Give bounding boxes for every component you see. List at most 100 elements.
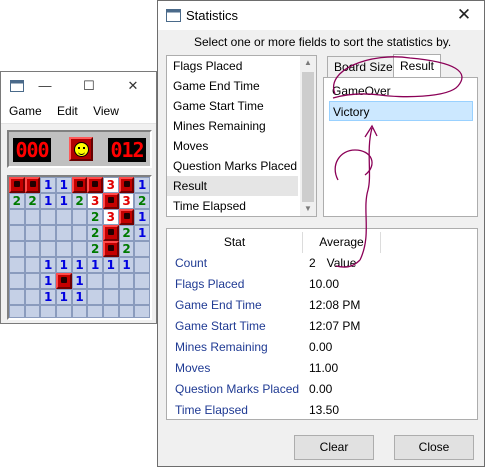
board-cell[interactable] [9, 225, 25, 241]
board-cell[interactable] [56, 305, 72, 318]
scroll-down-icon[interactable]: ▼ [300, 202, 316, 216]
flag-icon[interactable] [118, 209, 135, 225]
board-cell[interactable] [9, 305, 25, 318]
board-cell[interactable] [134, 257, 150, 273]
board-cell[interactable]: 1 [56, 257, 72, 273]
flag-icon[interactable] [87, 177, 103, 193]
minimize-icon[interactable]: — [35, 77, 55, 95]
tab-result[interactable]: Result [393, 54, 442, 78]
list-item[interactable]: Game Start Time [167, 96, 298, 116]
table-row[interactable]: Question Marks Placed 0.00 [167, 379, 477, 400]
board-cell[interactable]: 1 [40, 257, 56, 273]
board-cell[interactable] [24, 305, 41, 318]
board-cell[interactable]: 2 [9, 193, 25, 209]
close-icon[interactable]: ✕ [452, 5, 476, 25]
board-cell[interactable] [71, 225, 88, 241]
clear-button[interactable]: Clear [294, 435, 374, 460]
menu-view[interactable]: View [85, 100, 123, 118]
board-cell[interactable]: 3 [87, 193, 103, 209]
board-cell[interactable]: 1 [134, 209, 150, 225]
board-cell[interactable] [118, 273, 135, 289]
board-cell[interactable]: 1 [40, 289, 56, 305]
flag-icon[interactable] [118, 177, 135, 193]
board-cell[interactable]: 1 [40, 273, 56, 289]
board-cell[interactable] [56, 241, 72, 257]
board-cell[interactable]: 2 [87, 209, 103, 225]
list-scrollbar[interactable]: ▲ ▼ [300, 56, 316, 216]
board-cell[interactable]: 1 [56, 177, 72, 193]
table-row[interactable]: Mines Remaining 0.00 [167, 337, 477, 358]
scroll-up-icon[interactable]: ▲ [300, 56, 316, 70]
table-row[interactable]: Flags Placed 10.00 [167, 274, 477, 295]
dialog-titlebar[interactable]: Statistics ✕ [158, 1, 484, 30]
flag-icon[interactable] [103, 241, 119, 257]
close-icon[interactable]: ✕ [123, 77, 143, 95]
board-cell[interactable] [9, 257, 25, 273]
flag-icon[interactable] [103, 193, 119, 209]
board-cell[interactable] [71, 305, 88, 318]
board-cell[interactable] [118, 289, 135, 305]
board-cell[interactable] [134, 273, 150, 289]
board-cell[interactable]: 2 [87, 225, 103, 241]
board-cell[interactable]: 1 [71, 257, 88, 273]
board-cell[interactable] [56, 209, 72, 225]
board-cell[interactable] [9, 209, 25, 225]
board-cell[interactable] [87, 305, 103, 318]
board-cell[interactable] [40, 225, 56, 241]
board-cell[interactable]: 1 [56, 193, 72, 209]
minefield-board[interactable]: 1131221123322312212211111111111 [7, 175, 152, 320]
board-cell[interactable] [134, 241, 150, 257]
board-cell[interactable] [103, 305, 119, 318]
tab-board-size[interactable]: Board Size [327, 56, 400, 78]
table-row[interactable]: Moves 11.00 [167, 358, 477, 379]
board-cell[interactable]: 1 [134, 177, 150, 193]
list-item[interactable]: Time Elapsed [167, 196, 298, 216]
board-cell[interactable] [103, 289, 119, 305]
board-cell[interactable]: 1 [40, 193, 56, 209]
board-cell[interactable] [24, 289, 41, 305]
menu-game[interactable]: Game [1, 100, 46, 118]
board-cell[interactable] [71, 209, 88, 225]
board-cell[interactable]: 2 [87, 241, 103, 257]
table-row[interactable]: Count 2 [167, 253, 477, 274]
board-cell[interactable] [24, 257, 41, 273]
table-row[interactable]: Time Elapsed 13.50 [167, 400, 477, 421]
column-header-stat[interactable]: Stat [167, 232, 303, 253]
flag-icon[interactable] [9, 177, 25, 193]
board-cell[interactable] [71, 241, 88, 257]
board-cell[interactable]: 1 [87, 257, 103, 273]
board-cell[interactable]: 1 [56, 289, 72, 305]
new-game-button[interactable] [69, 137, 93, 161]
board-cell[interactable] [56, 225, 72, 241]
board-cell[interactable]: 2 [71, 193, 88, 209]
minesweeper-titlebar[interactable]: — ☐ ✕ [1, 72, 156, 100]
board-cell[interactable] [87, 273, 103, 289]
flag-icon[interactable] [56, 273, 72, 289]
board-cell[interactable]: 2 [134, 193, 150, 209]
board-cell[interactable] [9, 241, 25, 257]
list-item[interactable]: Game End Time [167, 76, 298, 96]
board-cell[interactable]: 1 [103, 257, 119, 273]
result-value-gameover[interactable]: GameOver [329, 81, 473, 101]
flag-icon[interactable] [71, 177, 88, 193]
board-cell[interactable] [40, 241, 56, 257]
board-cell[interactable]: 1 [71, 289, 88, 305]
close-button[interactable]: Close [394, 435, 474, 460]
scroll-thumb[interactable] [302, 72, 314, 202]
list-item[interactable]: Question Marks Placed [167, 156, 298, 176]
list-item[interactable]: Mines Remaining [167, 116, 298, 136]
board-cell[interactable]: 1 [134, 225, 150, 241]
list-item[interactable]: Result [167, 176, 298, 196]
board-cell[interactable]: 1 [118, 257, 135, 273]
board-cell[interactable] [9, 289, 25, 305]
board-cell[interactable] [9, 273, 25, 289]
board-cell[interactable] [87, 289, 103, 305]
board-cell[interactable]: 2 [118, 225, 135, 241]
flag-icon[interactable] [103, 225, 119, 241]
board-cell[interactable] [103, 273, 119, 289]
board-cell[interactable] [24, 209, 41, 225]
board-cell[interactable]: 1 [40, 177, 56, 193]
board-cell[interactable] [134, 289, 150, 305]
menu-edit[interactable]: Edit [49, 100, 82, 118]
board-cell[interactable]: 3 [118, 193, 135, 209]
